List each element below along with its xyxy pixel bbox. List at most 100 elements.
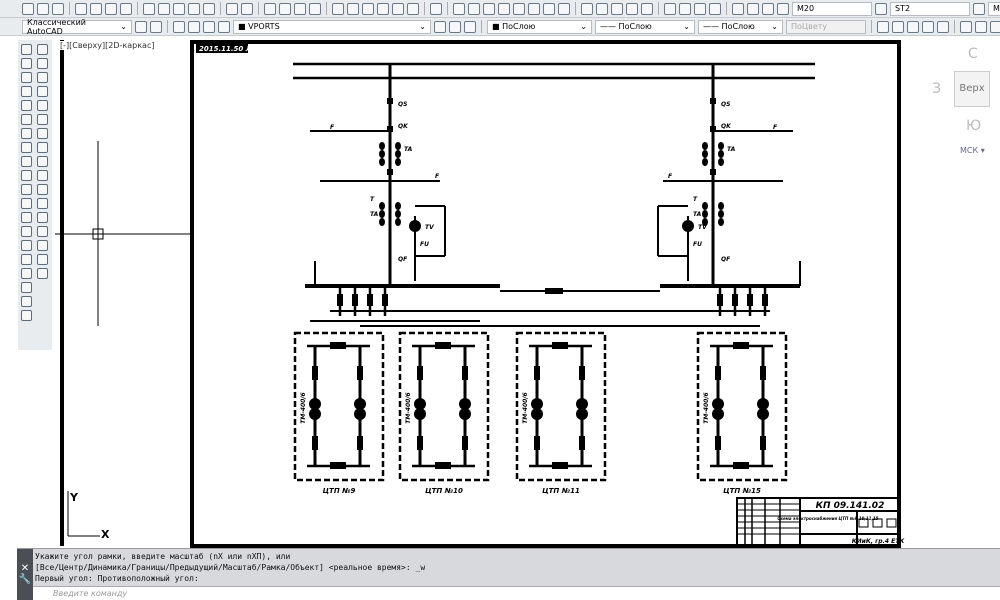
jog-icon[interactable] <box>709 2 721 15</box>
render-icon[interactable] <box>960 20 972 33</box>
properties-toolbar: Классический AutoCAD ⌄ ■ VPORTS ⌄ ■ ПоСлою… <box>0 18 1000 36</box>
cut-icon[interactable] <box>143 2 155 15</box>
viewcube-south[interactable]: Ю <box>966 118 981 134</box>
table-icon[interactable] <box>922 20 934 33</box>
dim-aligned-icon[interactable] <box>468 2 480 15</box>
voltage-transformer <box>409 220 421 232</box>
viewport-controls[interactable]: [-][Сверху][2D-каркас] <box>60 41 155 50</box>
block-icon[interactable] <box>907 20 919 33</box>
style-icon[interactable] <box>875 2 887 15</box>
dim-arc-icon[interactable] <box>483 2 495 15</box>
switch-symbol <box>462 436 468 450</box>
toolbar-separator <box>137 2 138 15</box>
tool-palettes-icon[interactable] <box>362 2 374 15</box>
switch-symbol <box>534 366 540 380</box>
material-icon[interactable] <box>990 20 1000 33</box>
style-icon[interactable] <box>973 2 985 15</box>
ucs-menu[interactable]: МСК ▾ <box>960 146 985 155</box>
markup-icon[interactable] <box>392 2 404 15</box>
copy-icon[interactable] <box>892 20 904 33</box>
workspace-icon[interactable] <box>150 20 162 33</box>
print-icon[interactable] <box>75 2 87 15</box>
command-input[interactable]: Введите команду <box>33 586 1000 600</box>
zoom-realtime-icon[interactable] <box>279 2 291 15</box>
save-icon[interactable] <box>52 2 64 15</box>
layer-current-icon[interactable] <box>434 20 446 33</box>
inspect-icon[interactable] <box>694 2 706 15</box>
viewcube[interactable]: С З Верх Ю МСК ▾ <box>910 36 1000 548</box>
paste-icon[interactable] <box>173 2 185 15</box>
multileader-select-value: M20 <box>993 4 1000 13</box>
dim-break-icon[interactable] <box>641 2 653 15</box>
help-icon[interactable] <box>430 2 442 15</box>
viewcube-north[interactable]: С <box>968 46 978 62</box>
command-line-handle[interactable]: ✕ 🔧 <box>17 549 33 600</box>
linetype-select[interactable]: —— ПоСлою ⌄ <box>595 19 695 34</box>
sheet-set-icon[interactable] <box>377 2 389 15</box>
zoom-window-icon[interactable] <box>294 2 306 15</box>
toolbar-separator <box>658 2 659 15</box>
dim-radius-icon[interactable] <box>513 2 525 15</box>
dim-angular-icon[interactable] <box>558 2 570 15</box>
dim-edit-icon[interactable] <box>732 2 744 15</box>
sun-icon[interactable] <box>203 20 215 33</box>
tolerance-icon[interactable] <box>664 2 676 15</box>
dim-linear-icon[interactable] <box>453 2 465 15</box>
dim-continue-icon[interactable] <box>611 2 623 15</box>
current-transformer <box>718 202 724 210</box>
multileader-select[interactable]: M20 <box>988 1 1000 16</box>
pan-icon[interactable] <box>264 2 276 15</box>
dim-space-icon[interactable] <box>626 2 638 15</box>
switch-symbol <box>417 436 423 450</box>
color-select[interactable]: ■ ПоСлою ⌄ <box>487 19 592 34</box>
publish-icon[interactable] <box>105 2 117 15</box>
switch-symbol <box>357 366 363 380</box>
gear-icon[interactable] <box>135 20 147 33</box>
layer-select[interactable]: ■ VPORTS ⌄ <box>233 19 431 34</box>
lineweight-select[interactable]: —— ПоСлою ⌄ <box>698 19 783 34</box>
viewcube-west[interactable]: З <box>932 81 941 97</box>
layer-previous-icon[interactable] <box>449 20 461 33</box>
dim-quick-icon[interactable] <box>581 2 593 15</box>
layer-manager-icon[interactable] <box>173 20 185 33</box>
preview-icon[interactable] <box>90 2 102 15</box>
new-icon[interactable] <box>22 2 34 15</box>
transformer-label: ТМ-400/6 <box>522 392 529 423</box>
copy-icon[interactable] <box>158 2 170 15</box>
textstyle-select[interactable]: ST2 <box>890 1 970 16</box>
calc-icon[interactable] <box>407 2 419 15</box>
design-center-icon[interactable] <box>347 2 359 15</box>
style-icon[interactable] <box>777 2 789 15</box>
dim-ordinate-icon[interactable] <box>498 2 510 15</box>
close-icon[interactable]: ✕ <box>17 563 33 574</box>
dimstyle-select[interactable]: M20 <box>792 1 872 16</box>
layer-state-icon[interactable] <box>464 20 476 33</box>
dim-baseline-icon[interactable] <box>596 2 608 15</box>
center-mark-icon[interactable] <box>679 2 691 15</box>
command-history-line: [Все/Центр/Динамика/Границы/Предыдущий/М… <box>35 563 426 572</box>
bus-tie <box>330 342 346 349</box>
cable-fuse <box>732 294 738 306</box>
3dprint-icon[interactable] <box>120 2 132 15</box>
dim-jogged-icon[interactable] <box>528 2 540 15</box>
zoom-previous-icon[interactable] <box>309 2 321 15</box>
match-icon[interactable] <box>877 20 889 33</box>
brush-icon[interactable] <box>203 2 215 15</box>
light-icon[interactable] <box>975 20 987 33</box>
drawing-canvas[interactable]: [-][Сверху][2D-каркас] Y X 2015.11.50 ЛХ QS… <box>0 36 910 548</box>
properties-icon[interactable] <box>332 2 344 15</box>
match-icon[interactable] <box>188 2 200 15</box>
lock-icon[interactable] <box>218 20 230 33</box>
wrench-icon[interactable]: 🔧 <box>17 574 33 585</box>
redo-icon[interactable] <box>241 2 253 15</box>
dim-text-edit-icon[interactable] <box>747 2 759 15</box>
attribute-icon[interactable] <box>937 20 949 33</box>
dim-diameter-icon[interactable] <box>543 2 555 15</box>
bulb-icon[interactable] <box>188 20 200 33</box>
workspace-select[interactable]: Классический AutoCAD ⌄ <box>22 18 132 36</box>
open-icon[interactable] <box>37 2 49 15</box>
undo-icon[interactable] <box>226 2 238 15</box>
viewcube-face[interactable]: Верх <box>954 71 990 107</box>
dim-update-icon[interactable] <box>762 2 774 15</box>
transformer-symbol <box>354 408 366 420</box>
